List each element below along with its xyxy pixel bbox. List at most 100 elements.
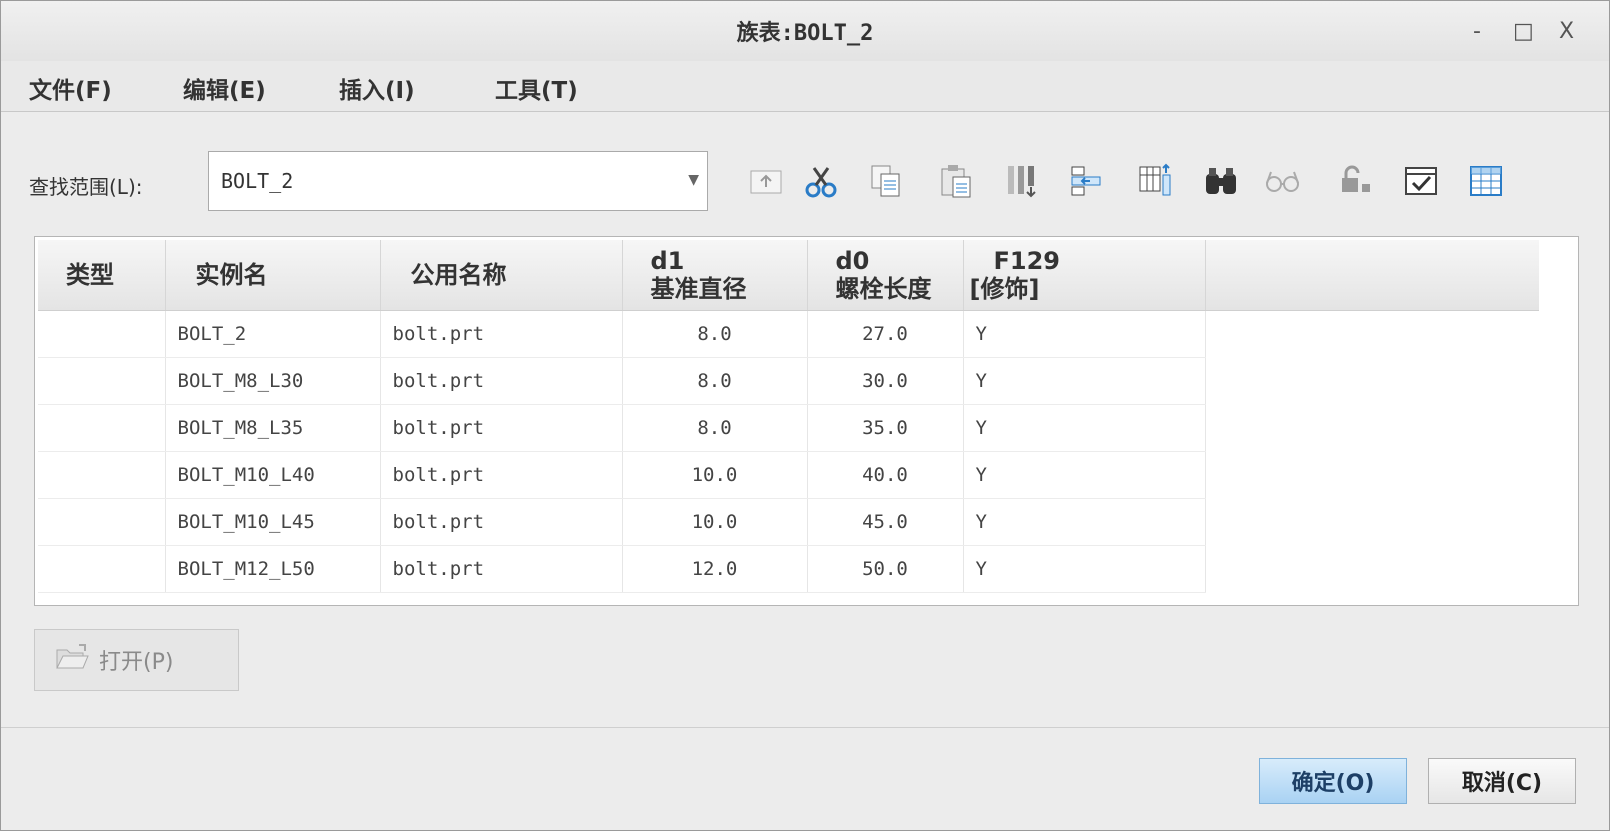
- window-title: 族表:BOLT_2: [736, 21, 874, 46]
- column-header-empty: [1205, 240, 1539, 311]
- preview-icon[interactable]: [1263, 161, 1303, 201]
- column-header-label: 实例名: [195, 260, 268, 289]
- cell-type[interactable]: [38, 498, 166, 546]
- table-row[interactable]: BOLT_2 bolt.prt 8.0 27.0 Y: [38, 310, 1539, 358]
- folder-open-icon: [55, 642, 89, 678]
- table-row[interactable]: BOLT_M12_L50 bolt.prt 12.0 50.0 Y: [38, 545, 1539, 593]
- cell-instance[interactable]: BOLT_M8_L35: [165, 404, 381, 452]
- look-in-label: 查找范围(L):: [29, 175, 143, 199]
- table-icon[interactable]: [1466, 161, 1506, 201]
- row-filler: [1205, 498, 1539, 545]
- column-header-label: 类型: [66, 260, 114, 289]
- menu-edit[interactable]: 编辑(E): [183, 71, 266, 105]
- row-filler: [1205, 404, 1539, 451]
- chevron-down-icon[interactable]: ▼: [688, 172, 699, 188]
- maximize-button[interactable]: □: [1513, 19, 1534, 44]
- cell-common-name[interactable]: bolt.prt: [380, 545, 623, 593]
- column-header-label: [修饰]: [969, 274, 1040, 303]
- verify-icon[interactable]: [1401, 161, 1441, 201]
- column-header-label: 公用名称: [410, 260, 507, 289]
- family-table: 类型 实例名 公用名称 d1 基准直径 d0 螺栓长度 F129 [修饰] BOLT_…: [34, 236, 1579, 606]
- add-column-icon[interactable]: [1136, 161, 1176, 201]
- look-in-value: BOLT_2: [221, 169, 294, 193]
- menu-insert[interactable]: 插入(I): [339, 71, 415, 105]
- cell-common-name[interactable]: bolt.prt: [380, 310, 623, 358]
- menu-bar: 文件(F) 编辑(E) 插入(I) 工具(T): [1, 61, 1609, 112]
- row-filler: [1205, 545, 1539, 592]
- cell-instance[interactable]: BOLT_M10_L45: [165, 498, 381, 546]
- insert-rows-icon[interactable]: [1001, 161, 1041, 201]
- cell-f129[interactable]: Y: [963, 451, 1206, 499]
- find-icon[interactable]: [1201, 161, 1241, 201]
- ok-button[interactable]: 确定(O): [1259, 758, 1407, 804]
- column-header-label: 螺栓长度: [835, 274, 932, 303]
- cell-d0[interactable]: 30.0: [807, 357, 964, 405]
- cancel-button[interactable]: 取消(C): [1428, 758, 1576, 804]
- column-header-common-name[interactable]: 公用名称: [380, 240, 623, 311]
- open-button-label: 打开(P): [99, 650, 174, 675]
- column-header-type[interactable]: 类型: [38, 240, 166, 311]
- table-row[interactable]: BOLT_M10_L40 bolt.prt 10.0 40.0 Y: [38, 451, 1539, 499]
- cell-f129[interactable]: Y: [963, 310, 1206, 358]
- cell-common-name[interactable]: bolt.prt: [380, 357, 623, 405]
- divider: [1, 727, 1609, 728]
- cell-common-name[interactable]: bolt.prt: [380, 498, 623, 546]
- lock-icon[interactable]: [1336, 161, 1376, 201]
- column-header-d1[interactable]: d1 基准直径: [622, 240, 808, 311]
- column-header-label: 基准直径: [650, 274, 747, 303]
- paste-icon[interactable]: [936, 161, 976, 201]
- folder-up-icon[interactable]: [746, 161, 786, 201]
- row-filler: [1205, 451, 1539, 498]
- cell-d1[interactable]: 8.0: [622, 310, 808, 358]
- cell-d0[interactable]: 35.0: [807, 404, 964, 452]
- cell-d1[interactable]: 8.0: [622, 404, 808, 452]
- cell-f129[interactable]: Y: [963, 357, 1206, 405]
- cell-type[interactable]: [38, 310, 166, 358]
- insert-column-icon[interactable]: [1066, 161, 1106, 201]
- column-header-instance[interactable]: 实例名: [165, 240, 381, 311]
- cell-f129[interactable]: Y: [963, 404, 1206, 452]
- cell-instance[interactable]: BOLT_M12_L50: [165, 545, 381, 593]
- cell-instance[interactable]: BOLT_M10_L40: [165, 451, 381, 499]
- table-header-row: 类型 实例名 公用名称 d1 基准直径 d0 螺栓长度 F129 [修饰]: [38, 240, 1539, 311]
- cell-d0[interactable]: 27.0: [807, 310, 964, 358]
- cell-d0[interactable]: 45.0: [807, 498, 964, 546]
- cell-f129[interactable]: Y: [963, 545, 1206, 593]
- cell-type[interactable]: [38, 545, 166, 593]
- column-header-symbol: d0: [835, 246, 870, 275]
- title-bar: 族表:BOLT_2 - □ X: [1, 1, 1609, 62]
- cell-instance[interactable]: BOLT_2: [165, 310, 381, 358]
- family-table-grid: 类型 实例名 公用名称 d1 基准直径 d0 螺栓长度 F129 [修饰] BOLT_…: [38, 240, 1539, 593]
- copy-icon[interactable]: [866, 161, 906, 201]
- minimize-button[interactable]: -: [1473, 19, 1481, 44]
- close-button[interactable]: X: [1559, 19, 1574, 44]
- cell-common-name[interactable]: bolt.prt: [380, 404, 623, 452]
- cell-d1[interactable]: 8.0: [622, 357, 808, 405]
- look-in-combobox[interactable]: BOLT_2 ▼: [208, 151, 708, 211]
- menu-tools[interactable]: 工具(T): [495, 71, 578, 105]
- column-header-symbol: F129: [993, 246, 1061, 275]
- cell-d1[interactable]: 10.0: [622, 451, 808, 499]
- table-row[interactable]: BOLT_M10_L45 bolt.prt 10.0 45.0 Y: [38, 498, 1539, 546]
- column-header-d0[interactable]: d0 螺栓长度: [807, 240, 964, 311]
- table-row[interactable]: BOLT_M8_L30 bolt.prt 8.0 30.0 Y: [38, 357, 1539, 405]
- column-header-symbol: d1: [650, 246, 685, 275]
- cell-common-name[interactable]: bolt.prt: [380, 451, 623, 499]
- cell-d0[interactable]: 40.0: [807, 451, 964, 499]
- cell-type[interactable]: [38, 404, 166, 452]
- table-row[interactable]: BOLT_M8_L35 bolt.prt 8.0 35.0 Y: [38, 404, 1539, 452]
- family-table-dialog: 族表:BOLT_2 - □ X 文件(F) 编辑(E) 插入(I) 工具(T) …: [0, 0, 1610, 831]
- column-header-f129[interactable]: F129 [修饰]: [963, 240, 1206, 311]
- menu-file[interactable]: 文件(F): [29, 71, 112, 105]
- row-filler: [1205, 357, 1539, 404]
- cell-d1[interactable]: 10.0: [622, 498, 808, 546]
- cell-instance[interactable]: BOLT_M8_L30: [165, 357, 381, 405]
- open-button[interactable]: 打开(P): [34, 629, 239, 691]
- cell-type[interactable]: [38, 357, 166, 405]
- cell-d1[interactable]: 12.0: [622, 545, 808, 593]
- row-filler: [1205, 310, 1539, 357]
- cell-type[interactable]: [38, 451, 166, 499]
- cell-f129[interactable]: Y: [963, 498, 1206, 546]
- cut-icon[interactable]: [801, 161, 841, 201]
- cell-d0[interactable]: 50.0: [807, 545, 964, 593]
